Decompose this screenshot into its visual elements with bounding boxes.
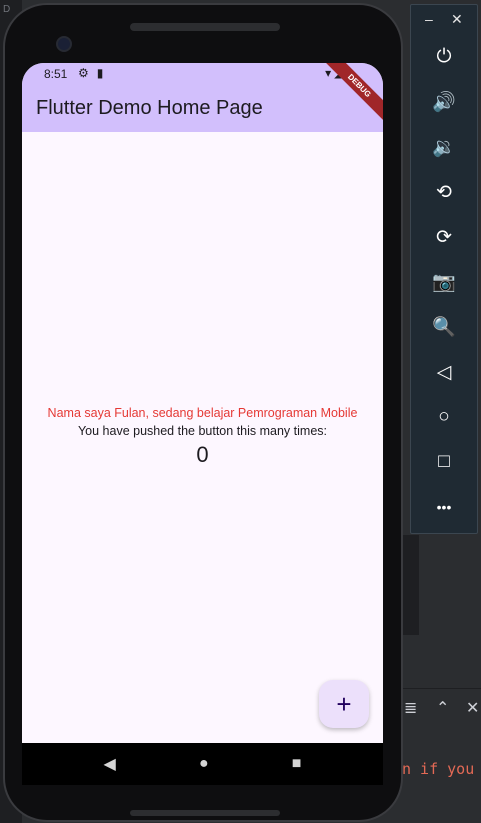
power-icon[interactable]: ⏻ xyxy=(411,42,477,72)
add-icon: + xyxy=(336,688,352,719)
bottom-speaker xyxy=(130,810,280,816)
sd-card-icon: ▮ xyxy=(96,66,104,80)
close-icon[interactable]: ✕ xyxy=(466,701,479,717)
ide-scroll-track xyxy=(403,535,419,635)
settings-icon: ⚙ xyxy=(78,66,89,80)
emulator-window-controls: – ✕ xyxy=(411,11,477,29)
phone-screen: 8:51 ⚙ ▮ ▾ ◢ ▮ Flutter Demo Home Page DE… xyxy=(22,63,383,785)
app-bar: Flutter Demo Home Page xyxy=(22,85,383,132)
rotate-right-icon[interactable]: ⟳ xyxy=(411,222,477,252)
nav-back-icon[interactable]: ◀ xyxy=(104,754,116,774)
counter-value: 0 xyxy=(196,442,209,467)
increment-fab-button[interactable]: + xyxy=(319,680,369,728)
ide-terminal-toolbar: ≣ ⌃ ✕ xyxy=(402,688,481,733)
android-nav-bar: ◀ ● ■ xyxy=(22,743,383,785)
volume-up-icon[interactable]: 🔊 xyxy=(411,87,477,117)
camera-icon[interactable]: 📷 xyxy=(411,267,477,297)
status-icons-left: ⚙ ▮ xyxy=(78,66,103,80)
app-title: Flutter Demo Home Page xyxy=(36,97,263,119)
overview-icon[interactable]: □ xyxy=(411,447,477,477)
name-message: Nama saya Fulan, sedang belajar Pemrogra… xyxy=(47,406,358,420)
nav-recents-icon[interactable]: ■ xyxy=(292,755,302,773)
rotate-left-icon[interactable]: ⟲ xyxy=(411,177,477,207)
terminal-output: n if you xyxy=(402,760,475,778)
volume-down-icon[interactable]: 🔉 xyxy=(411,132,477,162)
minimize-icon[interactable]: – xyxy=(425,11,433,27)
front-camera xyxy=(56,36,72,52)
zoom-icon[interactable]: 🔍 xyxy=(411,312,477,342)
close-icon[interactable]: ✕ xyxy=(451,11,463,28)
top-speaker xyxy=(130,23,280,31)
wrap-icon[interactable]: ≣ xyxy=(404,701,417,717)
chevron-up-icon[interactable]: ⌃ xyxy=(436,701,449,717)
status-time: 8:51 xyxy=(44,67,68,81)
push-count-label: You have pushed the button this many tim… xyxy=(77,424,327,438)
emulator-toolbar: – ✕ ⏻ 🔊 🔉 ⟲ ⟳ 📷 🔍 ◁ ○ □ ••• xyxy=(410,4,478,534)
home-icon[interactable]: ○ xyxy=(411,402,477,432)
back-icon[interactable]: ◁ xyxy=(411,357,477,387)
nav-home-icon[interactable]: ● xyxy=(199,755,209,773)
ide-top-text: D xyxy=(3,4,11,15)
more-icon[interactable]: ••• xyxy=(411,492,477,522)
main-content: Nama saya Fulan, sedang belajar Pemrogra… xyxy=(22,132,383,743)
